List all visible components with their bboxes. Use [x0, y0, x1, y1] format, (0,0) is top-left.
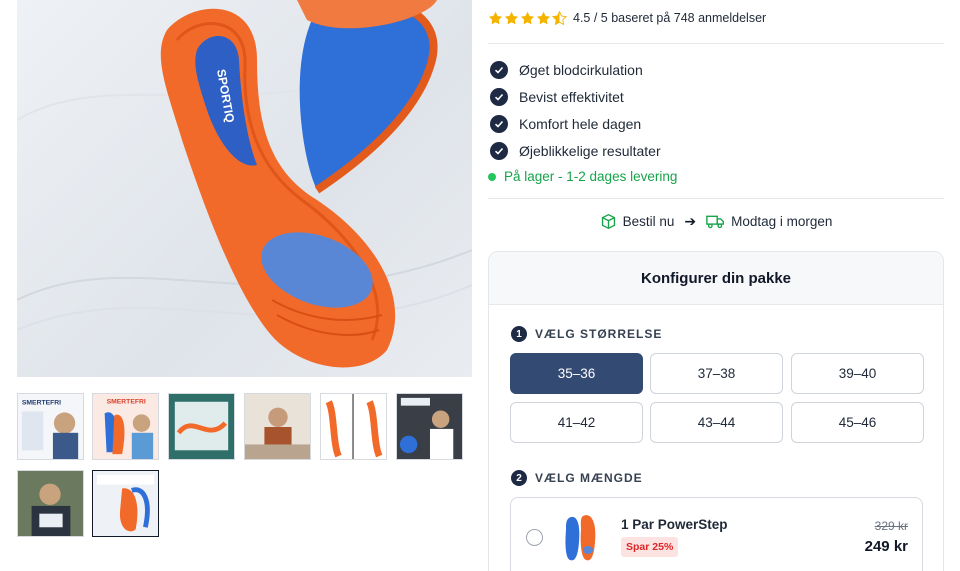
- thumbnail-7[interactable]: [17, 470, 84, 537]
- size-option[interactable]: 35–36: [510, 353, 643, 394]
- quantity-radio[interactable]: [526, 529, 543, 546]
- thumbnail-3[interactable]: [168, 393, 235, 460]
- delivery-steps: Bestil nu ➔ Modtag i morgen: [488, 213, 944, 230]
- check-icon: [490, 87, 508, 106]
- check-icon: [490, 141, 508, 160]
- thumbnail-2[interactable]: SMERTEFRI: [92, 393, 159, 460]
- truck-icon: [706, 213, 725, 230]
- step-label: VÆLG MÆNGDE: [535, 471, 643, 485]
- step-label: VÆLG STØRRELSE: [535, 327, 663, 341]
- thumbnail-1[interactable]: SMERTEFRI: [17, 393, 84, 460]
- product-thumbnail-icon: [565, 515, 596, 561]
- rating-text: 4.5 / 5 baseret på 748 anmeldelser: [573, 11, 767, 25]
- feature-list: Øget blodcirkulation Bevist effektivitet…: [490, 56, 661, 164]
- divider: [488, 198, 944, 199]
- size-option[interactable]: 39–40: [791, 353, 924, 394]
- thumbnail-label: SMERTEFRI: [22, 400, 61, 407]
- insole-illustration: SPORTIQ: [17, 0, 472, 368]
- current-price: 249 kr: [864, 538, 908, 555]
- thumbnail-4[interactable]: [244, 393, 311, 460]
- size-option[interactable]: 37–38: [650, 353, 783, 394]
- order-label: Bestil nu: [622, 214, 675, 229]
- size-option[interactable]: 43–44: [650, 402, 783, 443]
- step-size: 1 VÆLG STØRRELSE: [511, 326, 662, 342]
- main-product-image[interactable]: SPORTIQ: [17, 0, 472, 377]
- box-icon: [600, 213, 617, 230]
- rating-row: 4.5 / 5 baseret på 748 anmeldelser: [488, 9, 766, 27]
- stock-label: På lager - 1-2 dages levering: [504, 169, 678, 184]
- star-icon: [488, 11, 503, 24]
- stock-status: På lager - 1-2 dages levering: [488, 169, 677, 184]
- feature-item: Øjeblikkelige resultater: [490, 137, 661, 164]
- thumbnail-label: SMERTEFRI: [107, 399, 146, 406]
- feature-label: Bevist effektivitet: [519, 88, 624, 105]
- feature-label: Komfort hele dagen: [519, 115, 642, 132]
- package-configurator: Konfigurer din pakke 1 VÆLG STØRRELSE 35…: [488, 251, 944, 571]
- configurator-title: Konfigurer din pakke: [489, 252, 943, 305]
- thumbnail-5[interactable]: [320, 393, 387, 460]
- arrow-right-icon: ➔: [684, 213, 697, 229]
- size-option[interactable]: 41–42: [510, 402, 643, 443]
- feature-label: Øget blodcirkulation: [519, 61, 643, 78]
- check-icon: [490, 114, 508, 133]
- old-price: 329 kr: [874, 519, 908, 533]
- star-icon: [536, 11, 551, 24]
- star-icon: [520, 11, 535, 24]
- quantity-option[interactable]: 1 Par PowerStep Spar 25% 329 kr 249 kr: [510, 497, 923, 571]
- half-star-icon: [552, 10, 567, 25]
- thumbnail-6[interactable]: [396, 393, 463, 460]
- stock-dot-icon: [488, 172, 496, 181]
- discount-badge: Spar 25%: [621, 537, 679, 557]
- feature-item: Komfort hele dagen: [490, 110, 661, 137]
- step-quantity: 2 VÆLG MÆNGDE: [511, 470, 643, 486]
- step-number: 2: [511, 470, 527, 486]
- divider: [488, 43, 944, 44]
- feature-item: Bevist effektivitet: [490, 83, 661, 110]
- feature-label: Øjeblikkelige resultater: [519, 142, 661, 159]
- step-number: 1: [511, 326, 527, 342]
- size-option[interactable]: 45–46: [791, 402, 924, 443]
- option-title: 1 Par PowerStep: [621, 517, 728, 532]
- thumbnail-8[interactable]: [92, 470, 159, 537]
- star-rating: [488, 10, 567, 26]
- check-icon: [490, 60, 508, 79]
- feature-item: Øget blodcirkulation: [490, 56, 661, 83]
- star-icon: [504, 11, 519, 24]
- receive-label: Modtag i morgen: [731, 214, 833, 229]
